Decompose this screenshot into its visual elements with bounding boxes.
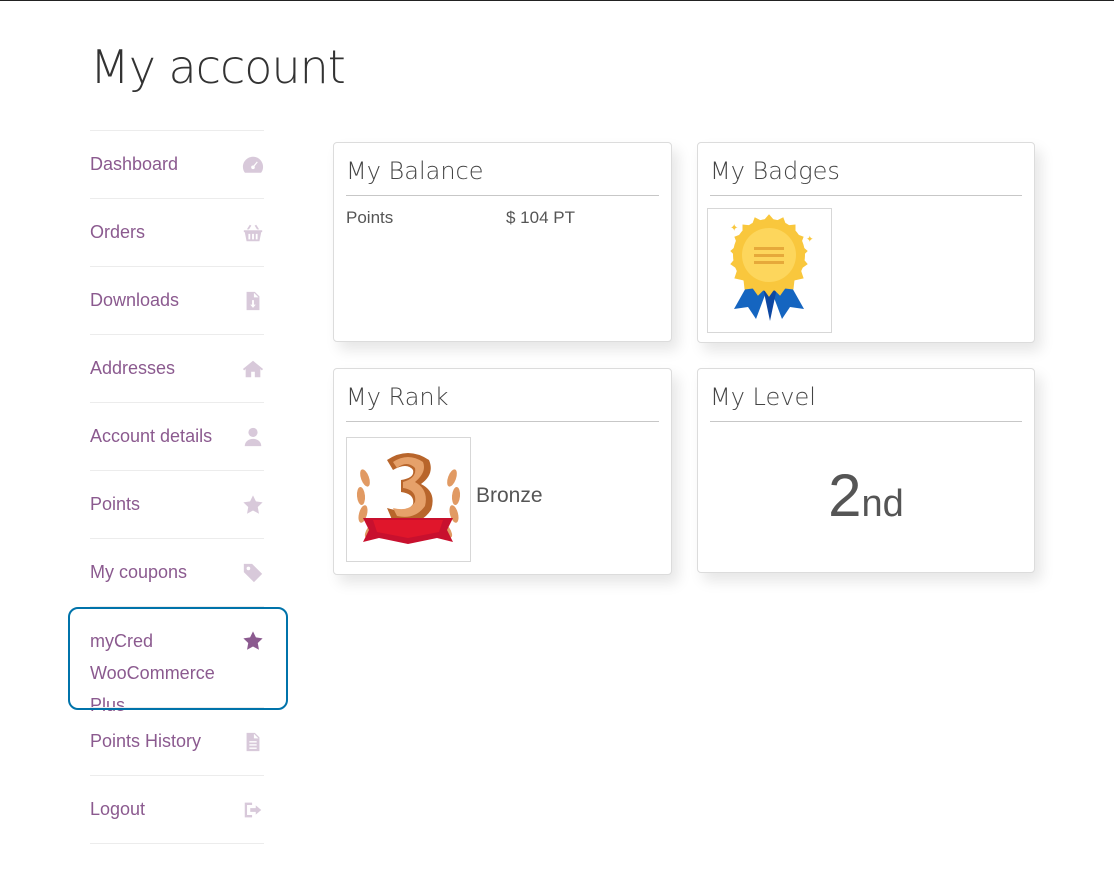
top-border — [0, 0, 1114, 1]
level-value: 2nd — [698, 461, 1034, 530]
svg-text:✦: ✦ — [730, 223, 738, 234]
balance-row: Points $ 104 PT — [346, 208, 659, 228]
nav-label: Orders — [90, 222, 146, 242]
nav-item-addresses[interactable]: Addresses — [90, 335, 264, 403]
nav-item-points-history[interactable]: Points History — [90, 707, 264, 776]
star-icon — [242, 630, 264, 652]
basket-icon — [242, 222, 264, 244]
my-badges-card: My Badges ✦ ✦ — [697, 142, 1035, 343]
nav-item-orders[interactable]: Orders — [90, 199, 264, 267]
award-ribbon-icon: ✦ ✦ — [730, 214, 814, 321]
sign-out-icon — [242, 799, 264, 821]
card-title: My Rank — [346, 369, 659, 422]
level-suffix: nd — [861, 483, 904, 525]
nav-label: Points — [90, 494, 141, 514]
document-icon — [242, 731, 264, 753]
nav-item-mycred-woocommerce-plus[interactable]: myCred WooCommerce Plus — [90, 607, 264, 715]
file-download-icon — [242, 290, 264, 312]
home-icon — [242, 358, 264, 380]
page-title: My account — [90, 40, 346, 94]
nav-label: Dashboard — [90, 154, 179, 174]
nav-label: My coupons — [90, 562, 188, 582]
my-balance-card: My Balance Points $ 104 PT — [333, 142, 672, 342]
bronze-rank-3-icon — [356, 453, 461, 544]
star-icon — [242, 494, 264, 516]
my-rank-card: My Rank Bronze — [333, 368, 672, 575]
card-title: My Level — [710, 369, 1022, 422]
nav-label: Account details — [90, 426, 213, 446]
dashboard-icon — [242, 154, 264, 176]
nav-item-downloads[interactable]: Downloads — [90, 267, 264, 335]
balance-value: $ 104 PT — [506, 208, 575, 227]
account-navigation: Dashboard Orders Downloads Addresses Acc… — [90, 130, 264, 844]
tag-icon — [242, 562, 264, 584]
rank-name: Bronze — [476, 484, 543, 507]
nav-item-points[interactable]: Points — [90, 471, 264, 539]
nav-label: Points History — [90, 731, 202, 751]
card-title: My Balance — [346, 143, 659, 196]
nav-item-account-details[interactable]: Account details — [90, 403, 264, 471]
badge-image: ✦ ✦ — [707, 208, 832, 333]
nav-label: Addresses — [90, 358, 176, 378]
nav-item-my-coupons[interactable]: My coupons — [90, 539, 264, 607]
nav-item-logout[interactable]: Logout — [90, 776, 264, 844]
nav-label: Downloads — [90, 290, 180, 310]
svg-text:✦: ✦ — [806, 235, 814, 245]
nav-item-dashboard[interactable]: Dashboard — [90, 131, 264, 199]
balance-label: Points — [346, 208, 394, 227]
my-level-card: My Level 2nd — [697, 368, 1035, 573]
nav-label: Logout — [90, 799, 146, 819]
level-number: 2 — [828, 462, 862, 529]
card-title: My Badges — [710, 143, 1022, 196]
rank-image — [346, 437, 471, 562]
user-icon — [242, 426, 264, 448]
